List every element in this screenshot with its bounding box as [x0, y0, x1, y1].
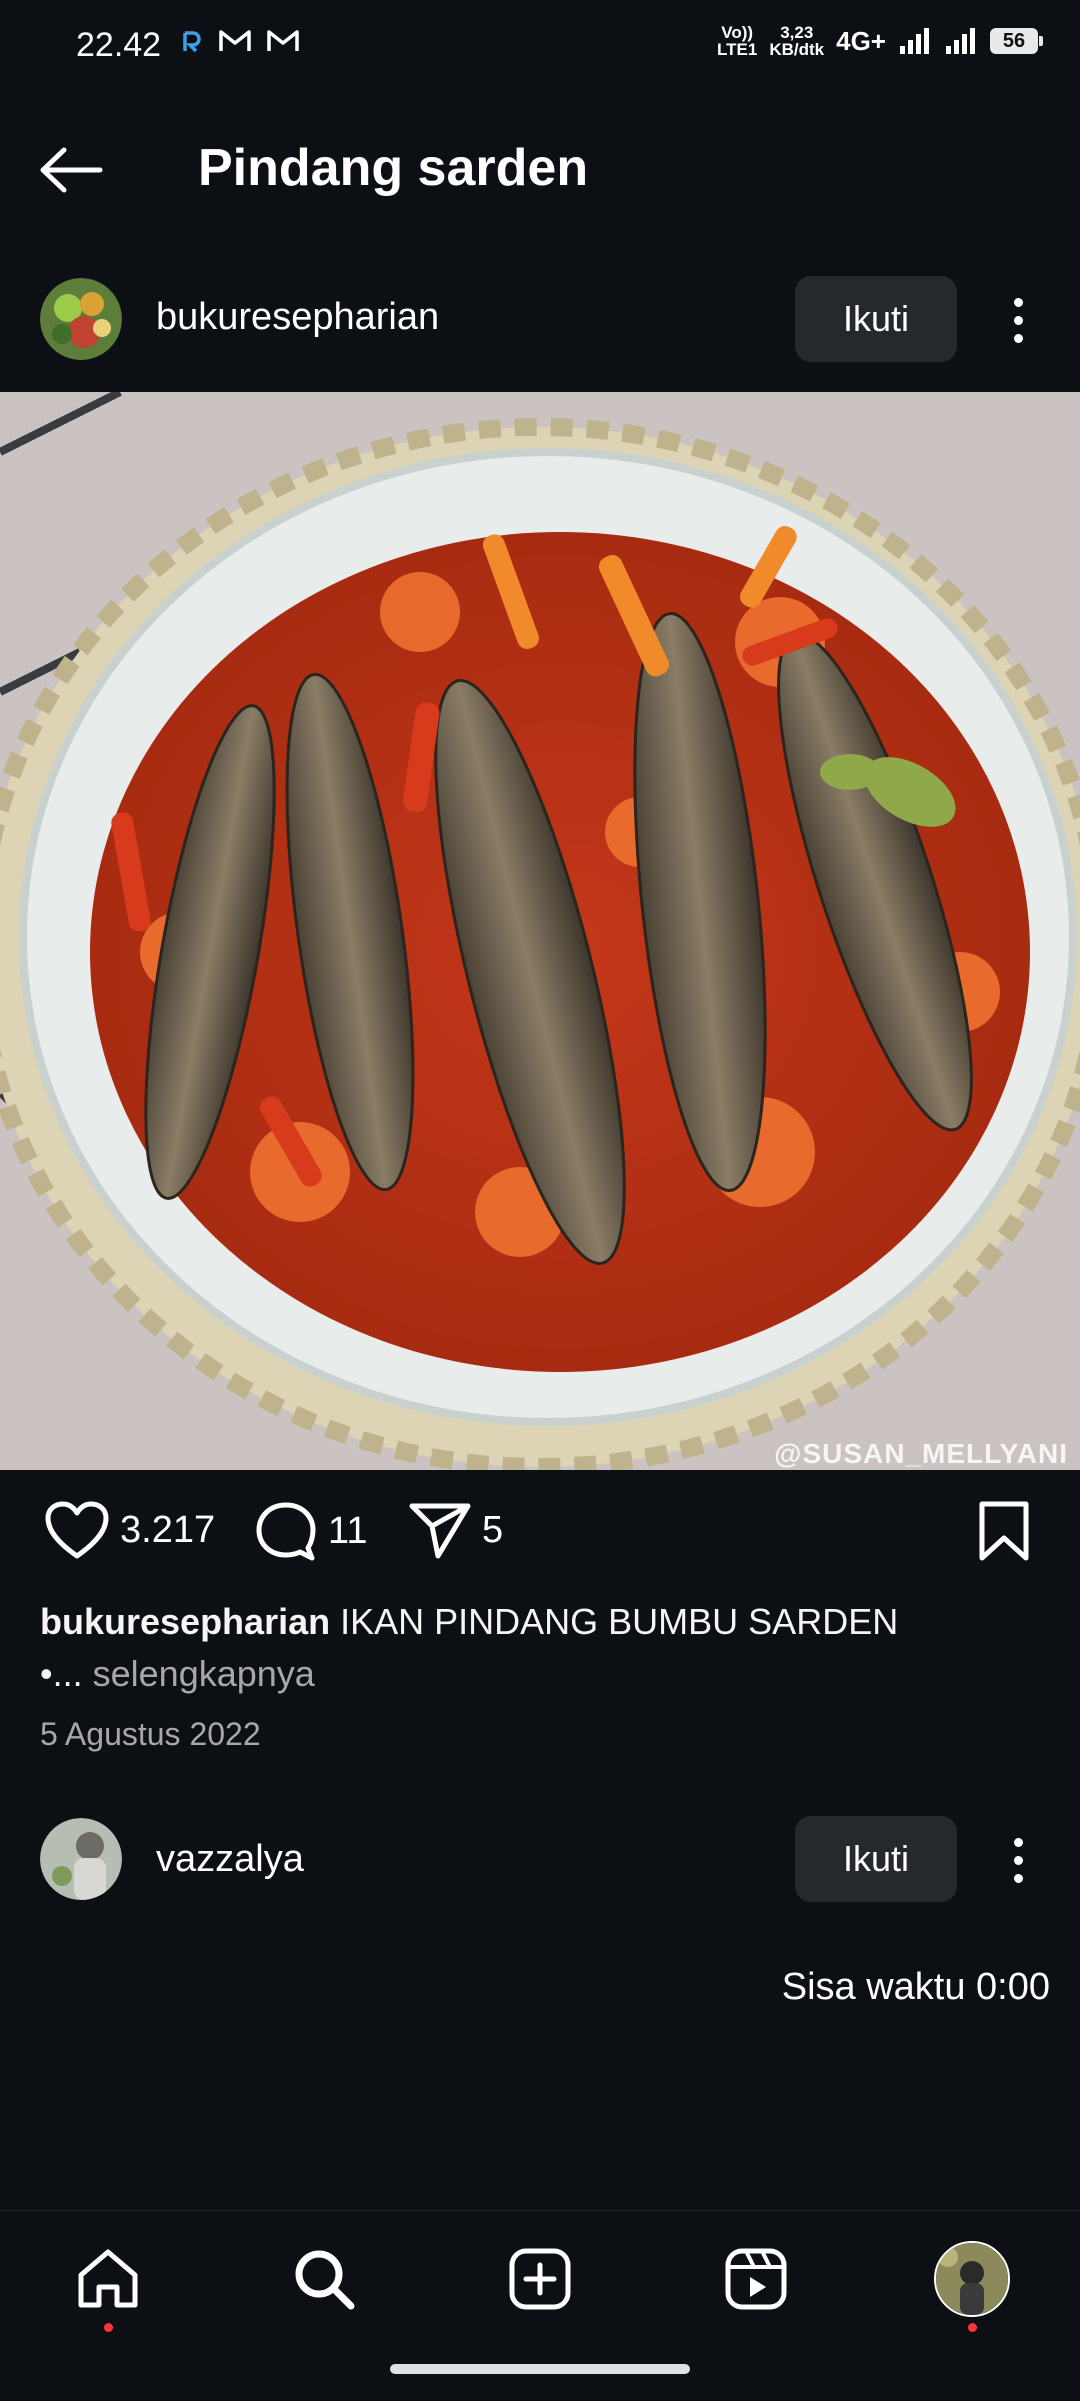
page-title: Pindang sarden: [198, 139, 589, 197]
network-type: 4G+: [836, 25, 886, 56]
search-icon: [295, 2250, 355, 2310]
volte-indicator: Vo)) LTE1: [717, 24, 757, 58]
avatar-image: [40, 1818, 122, 1900]
next-post-avatar[interactable]: [40, 1818, 122, 1900]
profile-avatar-image: [936, 2243, 1008, 2315]
pindang-sarden-photo: [0, 392, 1080, 1470]
network-speed: 3,23 KB/dtk: [769, 24, 824, 58]
volte-bottom: LTE1: [717, 40, 758, 59]
status-time: 22.42: [76, 26, 162, 64]
bookmark-icon: [979, 1501, 1029, 1561]
create-icon: [509, 2248, 571, 2310]
reels-icon: [725, 2248, 787, 2310]
photo-watermark: @SUSAN_MELLYANI: [774, 1438, 1068, 1469]
status-notification-icons: [180, 28, 300, 54]
next-post-follow-button[interactable]: Ikuti: [795, 1816, 957, 1902]
like-count: 3.217: [120, 1508, 216, 1551]
signal-icon-2: [946, 28, 975, 54]
battery-icon: 56: [990, 28, 1043, 54]
profile-avatar: [934, 2241, 1010, 2317]
volte-top: Vo)): [721, 23, 754, 42]
nav-create[interactable]: [500, 2239, 580, 2319]
share-action[interactable]: 5: [408, 1500, 503, 1560]
post-author-username[interactable]: bukuresepharian: [156, 296, 439, 339]
home-icon: [78, 2249, 138, 2308]
post-date: 5 Agustus 2022: [40, 1716, 261, 1752]
next-post-options-icon[interactable]: [998, 1830, 1038, 1890]
network-speed-value: 3,23: [780, 23, 814, 42]
app-notification-icon: [183, 31, 201, 53]
save-button[interactable]: [976, 1500, 1032, 1567]
status-bar: 22.42 Vo)) LTE1 3,23 KB/dtk 4G+ 56: [0, 0, 1080, 96]
comment-action[interactable]: 11: [254, 1500, 367, 1562]
caption-username[interactable]: bukuresepharian: [40, 1601, 330, 1642]
signal-icon: [900, 28, 929, 54]
gesture-home-indicator[interactable]: [390, 2364, 690, 2374]
nav-home[interactable]: [68, 2239, 148, 2332]
caption-ellipsis: •...: [40, 1653, 83, 1694]
nav-reels[interactable]: [716, 2239, 796, 2319]
home-notification-dot: [104, 2323, 113, 2332]
network-speed-unit: KB/dtk: [769, 40, 825, 59]
caption-text: IKAN PINDANG BUMBU SARDEN: [340, 1601, 899, 1642]
post-author-avatar[interactable]: [40, 278, 122, 360]
back-arrow-icon: [40, 147, 103, 193]
comment-count: 11: [328, 1509, 368, 1552]
nav-search[interactable]: [284, 2239, 364, 2319]
post-image[interactable]: @SUSAN_MELLYANI: [0, 392, 1080, 1470]
share-send-icon: [409, 1503, 471, 1559]
post-options-icon[interactable]: [998, 290, 1038, 350]
remaining-time-label: Sisa waktu 0:00: [781, 1966, 1050, 2008]
profile-notification-dot: [968, 2323, 977, 2332]
next-post-username[interactable]: vazzalya: [156, 1838, 304, 1881]
gmail-icon: [219, 30, 251, 51]
share-count: 5: [482, 1508, 504, 1551]
nav-profile[interactable]: [932, 2239, 1012, 2332]
back-button[interactable]: [38, 140, 118, 200]
avatar-image: [40, 278, 122, 360]
status-system-icons: Vo)) LTE1 3,23 KB/dtk 4G+ 56: [717, 24, 1043, 58]
follow-button[interactable]: Ikuti: [795, 276, 957, 362]
post-caption: bukuresepharian IKAN PINDANG BUMBU SARDE…: [40, 1596, 1040, 1700]
like-action[interactable]: 3.217: [44, 1500, 215, 1560]
comment-icon: [256, 1502, 316, 1561]
gmail-icon-2: [267, 30, 299, 51]
heart-icon: [45, 1501, 109, 1559]
see-more-link[interactable]: selengkapnya: [93, 1653, 315, 1694]
